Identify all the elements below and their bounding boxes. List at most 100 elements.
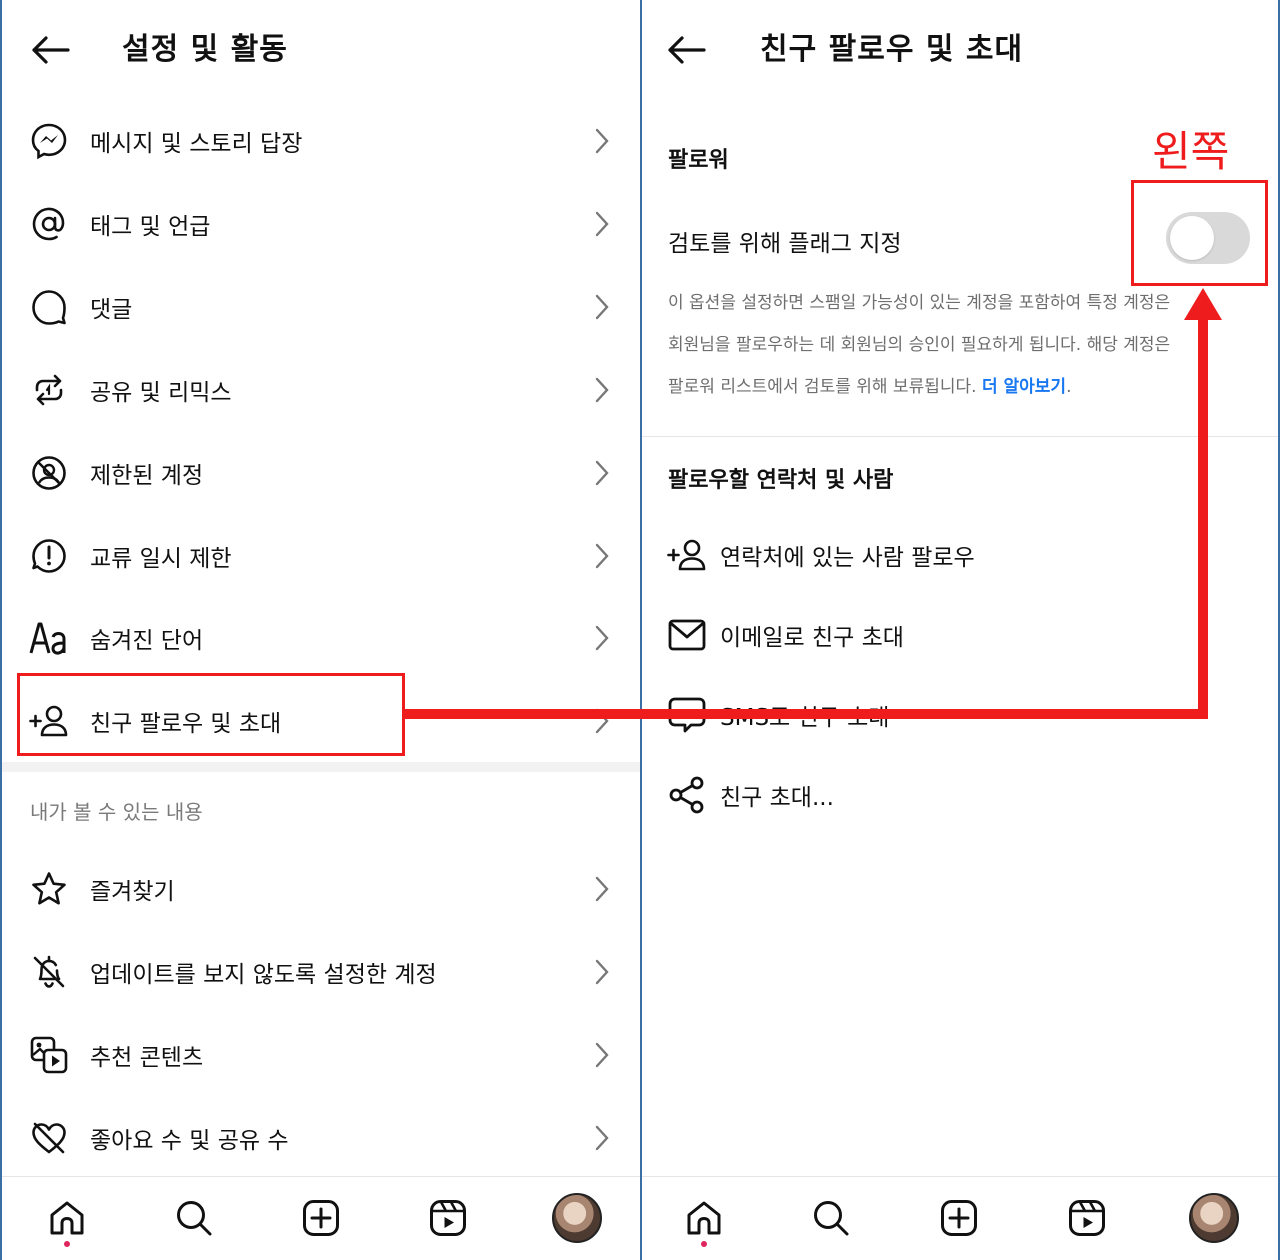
learn-more-suffix: .: [1066, 377, 1072, 397]
flag-description: 이 옵션을 설정하면 스팸일 가능성이 있는 계정을 포함하여 특정 계정은 회…: [668, 282, 1228, 408]
notification-dot: [701, 1241, 707, 1247]
chevron-right-icon: [590, 457, 614, 489]
nav-home[interactable]: [42, 1193, 92, 1243]
star-icon: [28, 868, 70, 910]
search-icon: [814, 1201, 849, 1236]
invite-sms-option[interactable]: SMS로 친구 초대: [642, 680, 1278, 750]
description-line-last: 팔로워 리스트에서 검토를 위해 보류됩니다. 더 알아보기.: [668, 366, 1228, 408]
settings-item-messages[interactable]: 메시지 및 스토리 답장: [2, 100, 640, 182]
nav-profile[interactable]: [552, 1193, 602, 1243]
settings-activity-panel: 설정 및 활동 메시지 및 스토리 답장 태그 및 언급 댓글 공유 및 리믹스…: [2, 0, 640, 1260]
settings-item-restricted[interactable]: 제한된 계정: [2, 432, 640, 514]
settings-item-hidden-words[interactable]: 숨겨진 단어: [2, 597, 640, 679]
settings-item-tags[interactable]: 태그 및 언급: [2, 183, 640, 265]
reels-icon: [1069, 1200, 1105, 1236]
learn-more-link[interactable]: 더 알아보기: [982, 377, 1066, 397]
settings-item-label: 숨겨진 단어: [90, 628, 204, 654]
flag-for-review-toggle[interactable]: [1166, 212, 1250, 264]
nav-home[interactable]: [679, 1193, 729, 1243]
text-aa-icon: [28, 617, 70, 659]
settings-item-limits[interactable]: 교류 일시 제한: [2, 515, 640, 597]
settings-item-label: 업데이트를 보지 않도록 설정한 계정: [90, 962, 437, 988]
chevron-right-icon: [590, 622, 614, 654]
nav-search[interactable]: [169, 1193, 219, 1243]
settings-item-like-counts[interactable]: 좋아요 수 및 공유 수: [2, 1097, 640, 1179]
settings-item-label: 태그 및 언급: [90, 214, 211, 240]
restricted-account-icon: [28, 452, 70, 494]
settings-item-label: 좋아요 수 및 공유 수: [90, 1128, 289, 1154]
share-icon: [666, 774, 708, 816]
section-divider: [642, 436, 1278, 437]
settings-item-label: 추천 콘텐츠: [90, 1045, 204, 1071]
settings-item-favorites[interactable]: 즐겨찾기: [2, 848, 640, 930]
alert-circle-icon: [28, 535, 70, 577]
sms-bubble-icon: [666, 694, 708, 736]
repost-icon: [28, 369, 70, 411]
back-arrow-icon: [668, 36, 706, 64]
chevron-right-icon: [590, 705, 614, 737]
add-person-icon: [666, 534, 708, 576]
profile-avatar: [1189, 1193, 1239, 1243]
create-icon: [941, 1200, 977, 1236]
back-arrow-icon: [32, 36, 70, 64]
at-sign-icon: [28, 203, 70, 245]
add-person-icon: [28, 700, 70, 742]
back-button[interactable]: [28, 28, 72, 72]
toggle-knob: [1170, 216, 1214, 260]
settings-item-follow-invite[interactable]: 친구 팔로우 및 초대: [2, 680, 640, 762]
comment-icon: [28, 286, 70, 328]
bottom-navigation: [2, 1176, 640, 1260]
follow-invite-panel: 친구 팔로우 및 초대 팔로워 검토를 위해 플래그 지정 이 옵션을 설정하면…: [642, 0, 1278, 1260]
settings-item-label: 공유 및 리믹스: [90, 380, 232, 406]
option-label: SMS로 친구 초대: [720, 705, 890, 731]
nav-reels[interactable]: [423, 1193, 473, 1243]
section-label: 내가 볼 수 있는 내용: [30, 800, 203, 824]
follow-contacts-option[interactable]: 연락처에 있는 사람 팔로우: [642, 520, 1278, 590]
settings-item-label: 메시지 및 스토리 답장: [90, 131, 303, 157]
settings-item-label: 친구 팔로우 및 초대: [90, 711, 282, 737]
chevron-right-icon: [590, 125, 614, 157]
mail-icon: [666, 614, 708, 656]
option-label: 친구 초대...: [720, 785, 834, 811]
profile-avatar: [552, 1193, 602, 1243]
nav-reels[interactable]: [1062, 1193, 1112, 1243]
description-line: 이 옵션을 설정하면 스팸일 가능성이 있는 계정을 포함하여 특정 계정은: [668, 293, 1171, 313]
settings-item-muted[interactable]: 업데이트를 보지 않도록 설정한 계정: [2, 931, 640, 1013]
home-icon: [687, 1201, 721, 1235]
chevron-right-icon: [590, 540, 614, 572]
settings-item-label: 댓글: [90, 297, 133, 323]
chevron-right-icon: [590, 208, 614, 240]
chevron-right-icon: [590, 291, 614, 323]
nav-search[interactable]: [806, 1193, 856, 1243]
nav-create[interactable]: [934, 1193, 984, 1243]
description-line-text: 팔로워 리스트에서 검토를 위해 보류됩니다.: [668, 377, 977, 397]
back-button[interactable]: [664, 28, 708, 72]
section-divider: [2, 762, 640, 772]
chevron-right-icon: [590, 1122, 614, 1154]
chevron-right-icon: [590, 873, 614, 905]
chevron-right-icon: [590, 956, 614, 988]
description-line: 회원님을 팔로우하는 데 회원님의 승인이 필요하게 됩니다. 해당 계정은: [668, 335, 1171, 355]
notification-dot: [64, 1241, 70, 1247]
bottom-navigation: [642, 1176, 1278, 1260]
muted-bell-icon: [28, 951, 70, 993]
reels-icon: [430, 1200, 466, 1236]
home-icon: [50, 1201, 84, 1235]
page-title: 설정 및 활동: [122, 32, 288, 67]
followers-heading: 팔로워: [668, 148, 729, 173]
nav-profile[interactable]: [1189, 1193, 1239, 1243]
hidden-likes-icon: [28, 1117, 70, 1159]
messenger-icon: [28, 120, 70, 162]
settings-item-comments[interactable]: 댓글: [2, 266, 640, 348]
invite-email-option[interactable]: 이메일로 친구 초대: [642, 600, 1278, 670]
search-icon: [177, 1201, 212, 1236]
chevron-right-icon: [590, 374, 614, 406]
settings-item-label: 교류 일시 제한: [90, 546, 232, 572]
invite-friends-option[interactable]: 친구 초대...: [642, 760, 1278, 830]
settings-item-sharing[interactable]: 공유 및 리믹스: [2, 349, 640, 431]
create-icon: [303, 1200, 339, 1236]
option-label: 이메일로 친구 초대: [720, 625, 904, 651]
settings-item-suggested[interactable]: 추천 콘텐츠: [2, 1014, 640, 1096]
settings-item-label: 제한된 계정: [90, 463, 204, 489]
nav-create[interactable]: [296, 1193, 346, 1243]
